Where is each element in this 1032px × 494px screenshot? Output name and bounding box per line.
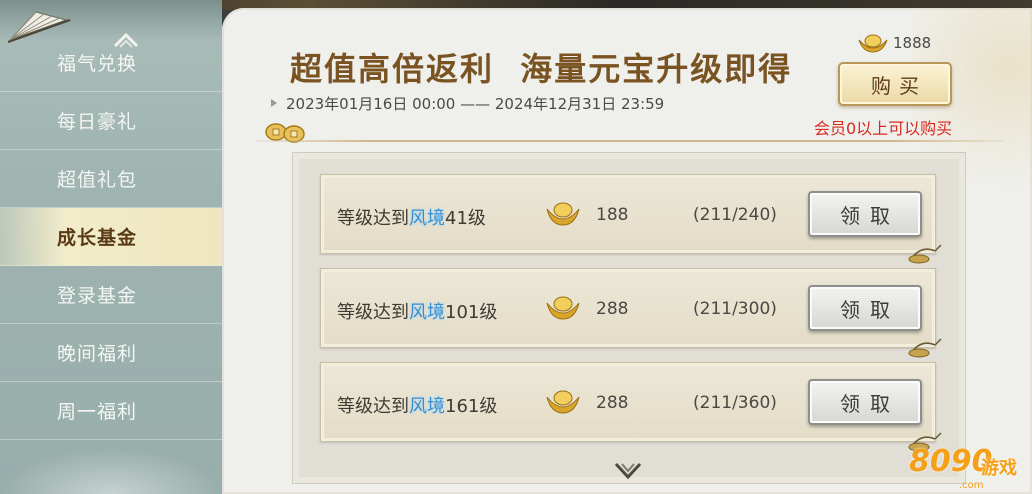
sidebar-item-fuqi-exchange[interactable]: 福气兑换 [0, 34, 222, 92]
sidebar-item-monday-welfare[interactable]: 周一福利 [0, 382, 222, 440]
gold-ingot-icon [546, 296, 580, 320]
header-divider [256, 140, 1006, 142]
claim-progress: (211/300) [693, 299, 777, 319]
buy-button[interactable]: 购买 [838, 62, 952, 106]
caret-right-icon [271, 99, 277, 107]
bell-ornament-icon [908, 338, 942, 358]
reward-amount: 188 [596, 205, 629, 225]
sidebar-item-login-fund[interactable]: 登录基金 [0, 266, 222, 324]
reward-amount: 288 [596, 299, 629, 319]
sidebar: 福气兑换 每日豪礼 超值礼包 成长基金 登录基金 晚间福利 周一福利 [0, 0, 222, 494]
claim-progress: (211/360) [693, 393, 777, 413]
reward-row: 等级达到风境41级 188 (211/240) 领取 [320, 174, 942, 264]
bell-ornament-icon [908, 244, 942, 264]
watermark-domain: .com [959, 480, 984, 491]
reward-row: 等级达到风境161级 288 (211/360) 领取 [320, 362, 942, 452]
claim-button[interactable]: 领取 [808, 379, 922, 425]
sidebar-item-label: 登录基金 [56, 285, 137, 307]
claim-button[interactable]: 领取 [808, 285, 922, 331]
page-title: 超值高倍返利 海量元宝升级即得 [290, 50, 793, 88]
gold-ingot-icon [546, 202, 580, 226]
gold-ingot-icon [546, 390, 580, 414]
sidebar-item-label: 周一福利 [56, 401, 137, 423]
sidebar-item-daily-gift[interactable]: 每日豪礼 [0, 92, 222, 150]
realm-name: 风境 [409, 302, 445, 323]
member-requirement-note: 会员0以上可以购买 [814, 119, 953, 138]
sidebar-item-growth-fund[interactable]: 成长基金 [0, 208, 222, 266]
sidebar-item-value-pack[interactable]: 超值礼包 [0, 150, 222, 208]
event-date-range: 2023年01月16日 00:00 —— 2024年12月31日 23:59 [286, 95, 665, 113]
realm-name: 风境 [409, 396, 445, 417]
sidebar-item-label: 每日豪礼 [56, 111, 137, 133]
site-watermark: 8090 游戏 .com [905, 440, 1025, 492]
claim-progress: (211/240) [693, 205, 777, 225]
realm-name: 风境 [409, 208, 445, 229]
reward-row: 等级达到风境101级 288 (211/300) 领取 [320, 268, 942, 358]
reward-condition: 等级达到风境41级 [337, 208, 486, 229]
reward-amount: 288 [596, 393, 629, 413]
price-value: 1888 [893, 34, 932, 52]
claim-button[interactable]: 领取 [808, 191, 922, 237]
sidebar-item-label: 晚间福利 [56, 343, 137, 365]
sidebar-item-label: 福气兑换 [56, 53, 137, 75]
cloud-decoration [0, 448, 222, 494]
watermark-number: 8090 [909, 444, 993, 479]
reward-condition: 等级达到风境101级 [337, 302, 498, 323]
gold-ingot-icon [858, 34, 888, 53]
sidebar-item-label: 成长基金 [56, 227, 137, 249]
sidebar-item-evening-welfare[interactable]: 晚间福利 [0, 324, 222, 382]
scroll-down-icon[interactable] [614, 462, 642, 480]
reward-condition: 等级达到风境161级 [337, 396, 498, 417]
watermark-text: 游戏 [981, 458, 1017, 479]
sidebar-item-label: 超值礼包 [56, 169, 137, 191]
